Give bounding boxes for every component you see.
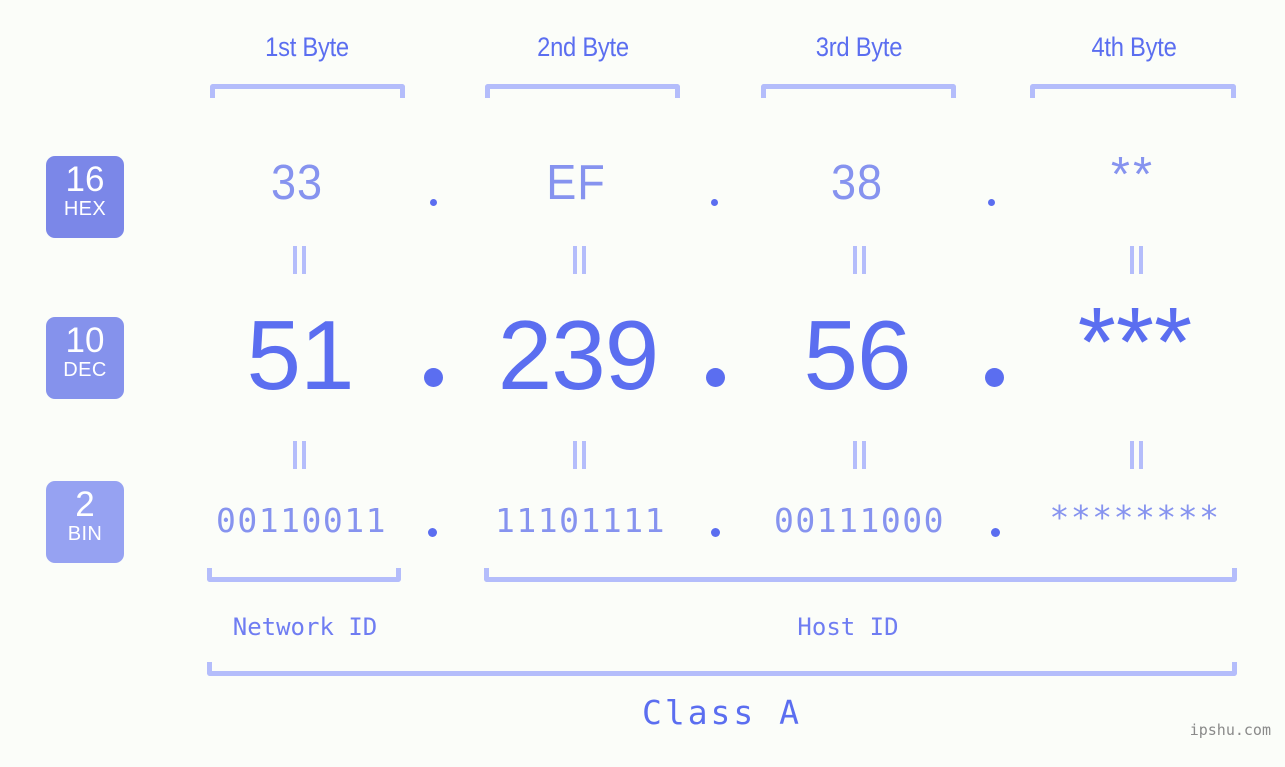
bin-separator-3 bbox=[991, 528, 1000, 537]
byte-header-2: 2nd Byte bbox=[537, 32, 629, 62]
dec-byte-1: 51 bbox=[246, 300, 354, 410]
bin-byte-1: 00110011 bbox=[216, 501, 387, 540]
equality-marker-2-dec-bin bbox=[573, 441, 587, 469]
dec-separator-3 bbox=[985, 368, 1004, 387]
host-id-label: Host ID bbox=[797, 613, 899, 641]
base-badge-bin-label: BIN bbox=[67, 523, 103, 545]
host-id-bracket bbox=[484, 568, 1237, 582]
equality-marker-1-dec-bin bbox=[293, 441, 307, 469]
hex-separator-1 bbox=[430, 199, 437, 206]
bin-separator-1 bbox=[428, 528, 437, 537]
base-badge-dec-label: DEC bbox=[63, 359, 107, 381]
base-badge-bin-number: 2 bbox=[75, 485, 95, 524]
base-badge-bin: 2 BIN bbox=[46, 481, 124, 563]
hex-separator-3 bbox=[988, 199, 995, 206]
dec-byte-3: 56 bbox=[803, 300, 911, 410]
base-badge-dec-number: 10 bbox=[65, 321, 105, 360]
equality-marker-3-hex-dec bbox=[853, 246, 867, 274]
ip-address-diagram: 1st Byte 2nd Byte 3rd Byte 4th Byte 16 H… bbox=[0, 0, 1285, 767]
equality-marker-4-dec-bin bbox=[1130, 441, 1144, 469]
equality-marker-3-dec-bin bbox=[853, 441, 867, 469]
class-label: Class A bbox=[641, 693, 803, 732]
byte-bracket-3 bbox=[761, 84, 956, 98]
equality-marker-2-hex-dec bbox=[573, 246, 587, 274]
bin-separator-2 bbox=[711, 528, 720, 537]
base-badge-hex-number: 16 bbox=[65, 160, 105, 199]
base-badge-dec: 10 DEC bbox=[46, 317, 124, 399]
hex-byte-4: ** bbox=[1110, 148, 1156, 202]
byte-bracket-1 bbox=[210, 84, 405, 98]
class-bracket bbox=[207, 662, 1237, 676]
dec-byte-2: 239 bbox=[497, 300, 660, 410]
hex-byte-1: 33 bbox=[270, 156, 323, 210]
byte-bracket-4 bbox=[1030, 84, 1236, 98]
bin-byte-2: 11101111 bbox=[495, 501, 666, 540]
hex-separator-2 bbox=[711, 199, 718, 206]
equality-marker-1-hex-dec bbox=[293, 246, 307, 274]
bin-byte-3: 00111000 bbox=[774, 501, 945, 540]
network-id-bracket bbox=[207, 568, 401, 582]
dec-separator-1 bbox=[424, 368, 443, 387]
hex-byte-2: EF bbox=[546, 156, 606, 210]
dec-separator-2 bbox=[706, 368, 725, 387]
base-badge-hex: 16 HEX bbox=[46, 156, 124, 238]
base-badge-hex-label: HEX bbox=[63, 198, 107, 220]
site-watermark: ipshu.com bbox=[1189, 721, 1271, 739]
equality-marker-4-hex-dec bbox=[1130, 246, 1144, 274]
hex-byte-3: 38 bbox=[830, 156, 883, 210]
byte-header-1: 1st Byte bbox=[265, 32, 349, 62]
dec-byte-4: *** bbox=[1077, 287, 1193, 397]
network-id-label: Network ID bbox=[232, 613, 378, 641]
byte-header-4: 4th Byte bbox=[1091, 32, 1177, 62]
byte-bracket-2 bbox=[485, 84, 680, 98]
bin-byte-4: ******** bbox=[1049, 498, 1221, 537]
byte-header-3: 3rd Byte bbox=[815, 32, 903, 62]
